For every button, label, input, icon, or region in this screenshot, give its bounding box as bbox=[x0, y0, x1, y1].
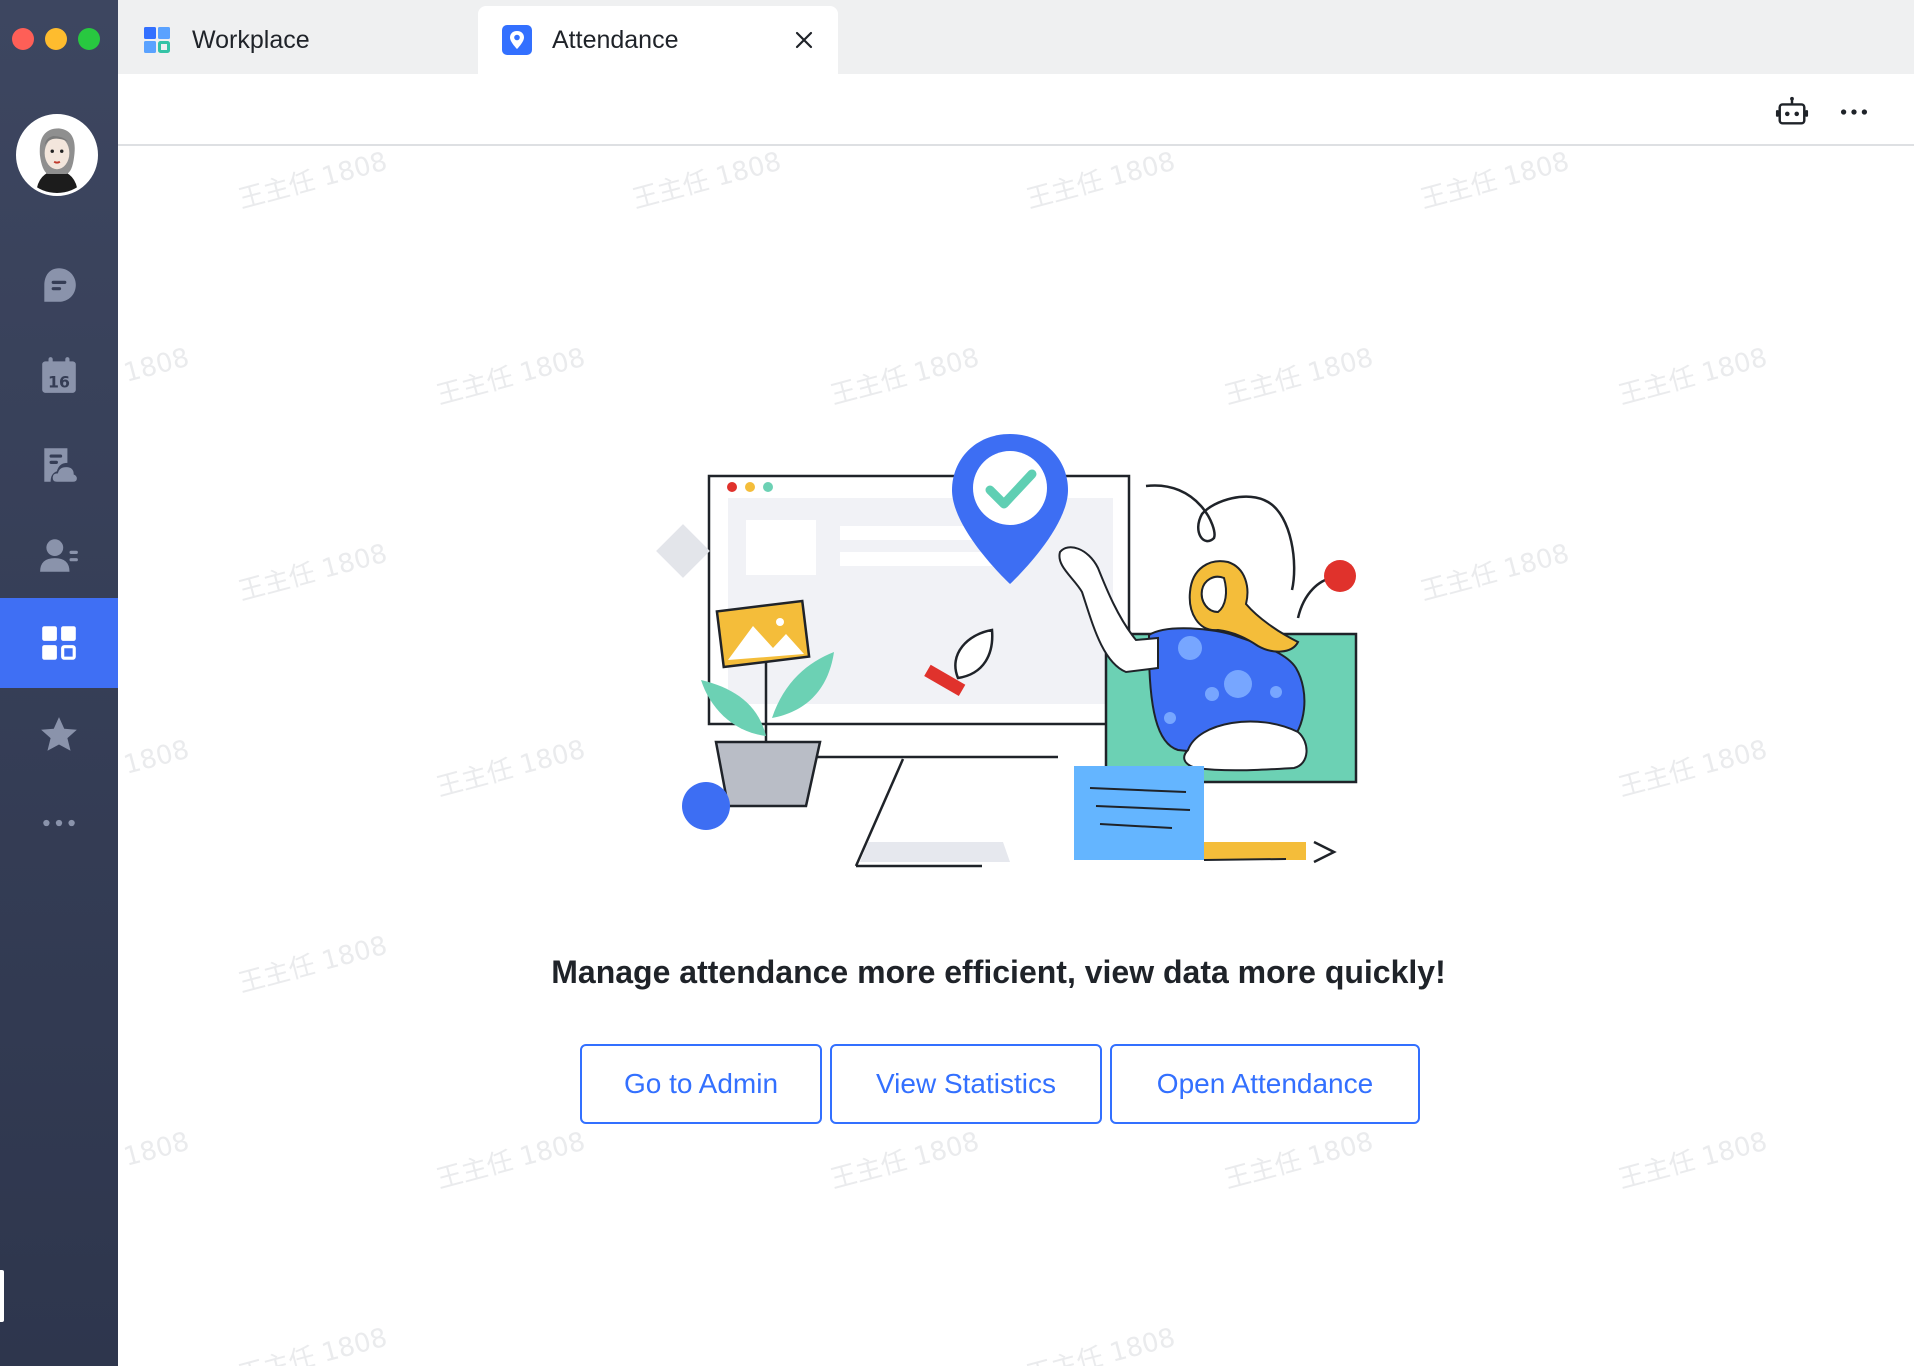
tab-workplace-label: Workplace bbox=[192, 25, 310, 54]
watermark: 王主任 1808 bbox=[118, 1126, 193, 1196]
watermark: 王主任 1808 bbox=[118, 342, 193, 412]
bot-button[interactable] bbox=[1772, 92, 1812, 132]
watermark: 王主任 1808 bbox=[1417, 146, 1573, 216]
more-horizontal-icon bbox=[43, 819, 75, 827]
watermark: 王主任 1808 bbox=[1023, 146, 1179, 216]
sidebar-item-calendar[interactable]: 16 bbox=[0, 330, 118, 420]
location-pin-icon bbox=[502, 25, 532, 55]
calendar-icon: 16 bbox=[42, 357, 76, 393]
contacts-icon bbox=[40, 539, 78, 572]
headline: Manage attendance more efficient, view d… bbox=[551, 954, 1446, 990]
calendar-day-label: 16 bbox=[48, 373, 70, 392]
view-statistics-button[interactable]: View Statistics bbox=[830, 1044, 1102, 1124]
tab-workplace[interactable]: Workplace bbox=[142, 6, 482, 74]
cloud-doc-icon bbox=[44, 448, 77, 482]
attendance-illustration bbox=[656, 434, 1358, 868]
tab-attendance[interactable]: Attendance bbox=[478, 6, 838, 74]
window-controls bbox=[12, 28, 100, 50]
bot-icon bbox=[1775, 96, 1809, 125]
star-icon bbox=[41, 717, 77, 751]
watermark: 王主任 1808 bbox=[827, 1126, 983, 1196]
watermark: 王主任 1808 bbox=[235, 146, 391, 216]
avatar-portrait-icon bbox=[19, 117, 95, 193]
sidebar-item-docs[interactable] bbox=[0, 420, 118, 510]
sidebar-resize-handle[interactable] bbox=[0, 1270, 4, 1322]
more-options-button[interactable] bbox=[1834, 92, 1874, 132]
watermark: 王主任 1808 bbox=[433, 1126, 589, 1196]
watermark: 王主任 1808 bbox=[433, 342, 589, 412]
watermark: 王主任 1808 bbox=[1615, 1126, 1771, 1196]
watermark: 王主任 1808 bbox=[433, 734, 589, 804]
maximize-window-button[interactable] bbox=[78, 28, 100, 50]
sidebar: 16 bbox=[0, 0, 118, 1366]
watermark: 王主任 1808 bbox=[118, 734, 193, 804]
page-header bbox=[118, 74, 1914, 146]
watermark: 王主任 1808 bbox=[629, 146, 785, 216]
sidebar-item-workplace[interactable] bbox=[0, 598, 118, 688]
watermark: 王主任 1808 bbox=[1615, 734, 1771, 804]
more-icon bbox=[1840, 109, 1868, 115]
action-buttons: Go to Admin View Statistics Open Attenda… bbox=[580, 1044, 1420, 1124]
close-window-button[interactable] bbox=[12, 28, 34, 50]
tab-attendance-label: Attendance bbox=[552, 25, 679, 54]
sidebar-item-favorites[interactable] bbox=[0, 690, 118, 780]
sidebar-item-messages[interactable] bbox=[0, 240, 118, 330]
go-to-admin-button[interactable]: Go to Admin bbox=[580, 1044, 822, 1124]
watermark: 王主任 1808 bbox=[1615, 342, 1771, 412]
watermark: 王主任 1808 bbox=[235, 1322, 391, 1366]
watermark: 王主任 1808 bbox=[1023, 1322, 1179, 1366]
open-attendance-button[interactable]: Open Attendance bbox=[1110, 1044, 1420, 1124]
tab-strip: Workplace Attendance bbox=[118, 0, 1914, 74]
close-tab-icon[interactable] bbox=[790, 26, 818, 54]
watermark: 王主任 1808 bbox=[235, 538, 391, 608]
user-avatar[interactable] bbox=[16, 114, 98, 196]
sidebar-item-more[interactable] bbox=[0, 778, 118, 868]
apps-grid-icon bbox=[42, 626, 76, 660]
main-content: 王主任 1808 王主任 1808 王主任 1808 王主任 1808 王主任 … bbox=[118, 146, 1914, 1366]
watermark: 王主任 1808 bbox=[1221, 1126, 1377, 1196]
chat-bubble-icon bbox=[44, 268, 76, 302]
apps-grid-icon bbox=[144, 27, 170, 53]
sidebar-item-contacts[interactable] bbox=[0, 510, 118, 600]
minimize-window-button[interactable] bbox=[45, 28, 67, 50]
